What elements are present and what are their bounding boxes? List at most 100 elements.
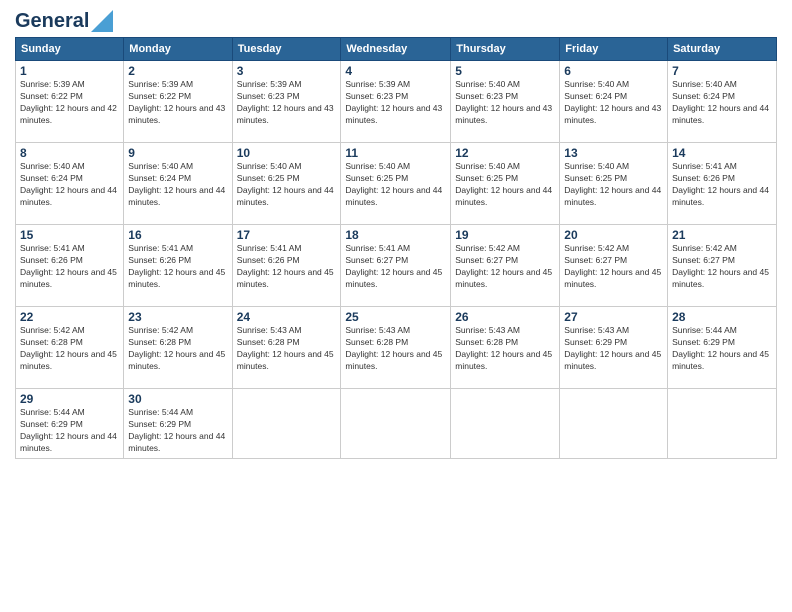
day-number: 3 [237,64,337,78]
day-number: 4 [345,64,446,78]
day-detail: Sunrise: 5:41 AMSunset: 6:26 PMDaylight:… [128,243,225,289]
day-detail: Sunrise: 5:43 AMSunset: 6:29 PMDaylight:… [564,325,661,371]
day-detail: Sunrise: 5:41 AMSunset: 6:26 PMDaylight:… [237,243,334,289]
day-number: 24 [237,310,337,324]
day-detail: Sunrise: 5:42 AMSunset: 6:27 PMDaylight:… [564,243,661,289]
day-number: 2 [128,64,227,78]
calendar-cell: 23 Sunrise: 5:42 AMSunset: 6:28 PMDaylig… [124,307,232,389]
calendar-cell: 19 Sunrise: 5:42 AMSunset: 6:27 PMDaylig… [451,225,560,307]
logo-arrow-icon [91,10,113,32]
day-number: 21 [672,228,772,242]
day-number: 17 [237,228,337,242]
day-number: 5 [455,64,555,78]
day-number: 8 [20,146,119,160]
calendar-cell: 24 Sunrise: 5:43 AMSunset: 6:28 PMDaylig… [232,307,341,389]
day-detail: Sunrise: 5:44 AMSunset: 6:29 PMDaylight:… [672,325,769,371]
calendar-day-header: Thursday [451,38,560,61]
day-number: 13 [564,146,663,160]
day-number: 1 [20,64,119,78]
header: General [15,10,777,29]
calendar-cell: 18 Sunrise: 5:41 AMSunset: 6:27 PMDaylig… [341,225,451,307]
day-detail: Sunrise: 5:41 AMSunset: 6:26 PMDaylight:… [20,243,117,289]
calendar-cell: 14 Sunrise: 5:41 AMSunset: 6:26 PMDaylig… [668,143,777,225]
day-detail: Sunrise: 5:40 AMSunset: 6:25 PMDaylight:… [237,161,334,207]
calendar-week-row: 29 Sunrise: 5:44 AMSunset: 6:29 PMDaylig… [16,389,777,459]
day-number: 16 [128,228,227,242]
calendar-day-header: Wednesday [341,38,451,61]
calendar-cell: 16 Sunrise: 5:41 AMSunset: 6:26 PMDaylig… [124,225,232,307]
calendar-cell: 10 Sunrise: 5:40 AMSunset: 6:25 PMDaylig… [232,143,341,225]
calendar-body: 1 Sunrise: 5:39 AMSunset: 6:22 PMDayligh… [16,61,777,459]
calendar-cell: 7 Sunrise: 5:40 AMSunset: 6:24 PMDayligh… [668,61,777,143]
day-detail: Sunrise: 5:40 AMSunset: 6:24 PMDaylight:… [564,79,661,125]
calendar-cell [560,389,668,459]
calendar-cell: 29 Sunrise: 5:44 AMSunset: 6:29 PMDaylig… [16,389,124,459]
calendar-cell: 15 Sunrise: 5:41 AMSunset: 6:26 PMDaylig… [16,225,124,307]
day-detail: Sunrise: 5:40 AMSunset: 6:25 PMDaylight:… [345,161,442,207]
day-detail: Sunrise: 5:41 AMSunset: 6:27 PMDaylight:… [345,243,442,289]
calendar-week-row: 1 Sunrise: 5:39 AMSunset: 6:22 PMDayligh… [16,61,777,143]
day-detail: Sunrise: 5:42 AMSunset: 6:28 PMDaylight:… [20,325,117,371]
calendar-cell: 1 Sunrise: 5:39 AMSunset: 6:22 PMDayligh… [16,61,124,143]
day-detail: Sunrise: 5:39 AMSunset: 6:23 PMDaylight:… [237,79,334,125]
calendar-cell: 8 Sunrise: 5:40 AMSunset: 6:24 PMDayligh… [16,143,124,225]
calendar-cell [341,389,451,459]
calendar-week-row: 8 Sunrise: 5:40 AMSunset: 6:24 PMDayligh… [16,143,777,225]
calendar-day-header: Monday [124,38,232,61]
day-detail: Sunrise: 5:42 AMSunset: 6:28 PMDaylight:… [128,325,225,371]
day-number: 12 [455,146,555,160]
day-detail: Sunrise: 5:43 AMSunset: 6:28 PMDaylight:… [237,325,334,371]
day-detail: Sunrise: 5:43 AMSunset: 6:28 PMDaylight:… [455,325,552,371]
day-number: 10 [237,146,337,160]
calendar-cell: 21 Sunrise: 5:42 AMSunset: 6:27 PMDaylig… [668,225,777,307]
day-detail: Sunrise: 5:41 AMSunset: 6:26 PMDaylight:… [672,161,769,207]
calendar-cell: 3 Sunrise: 5:39 AMSunset: 6:23 PMDayligh… [232,61,341,143]
day-number: 23 [128,310,227,324]
calendar-header-row: SundayMondayTuesdayWednesdayThursdayFrid… [16,38,777,61]
calendar-cell: 22 Sunrise: 5:42 AMSunset: 6:28 PMDaylig… [16,307,124,389]
calendar-cell: 4 Sunrise: 5:39 AMSunset: 6:23 PMDayligh… [341,61,451,143]
day-number: 27 [564,310,663,324]
calendar-cell: 17 Sunrise: 5:41 AMSunset: 6:26 PMDaylig… [232,225,341,307]
calendar-cell: 6 Sunrise: 5:40 AMSunset: 6:24 PMDayligh… [560,61,668,143]
day-number: 25 [345,310,446,324]
day-number: 6 [564,64,663,78]
page: General SundayMondayTuesdayWednesdayThur… [0,0,792,612]
day-number: 11 [345,146,446,160]
calendar-cell: 12 Sunrise: 5:40 AMSunset: 6:25 PMDaylig… [451,143,560,225]
day-detail: Sunrise: 5:43 AMSunset: 6:28 PMDaylight:… [345,325,442,371]
day-number: 26 [455,310,555,324]
day-number: 20 [564,228,663,242]
calendar-table: SundayMondayTuesdayWednesdayThursdayFrid… [15,37,777,459]
calendar-cell: 20 Sunrise: 5:42 AMSunset: 6:27 PMDaylig… [560,225,668,307]
calendar-day-header: Sunday [16,38,124,61]
day-number: 7 [672,64,772,78]
day-number: 15 [20,228,119,242]
day-detail: Sunrise: 5:42 AMSunset: 6:27 PMDaylight:… [455,243,552,289]
logo: General [15,10,113,29]
calendar-cell: 30 Sunrise: 5:44 AMSunset: 6:29 PMDaylig… [124,389,232,459]
calendar-cell: 25 Sunrise: 5:43 AMSunset: 6:28 PMDaylig… [341,307,451,389]
day-detail: Sunrise: 5:44 AMSunset: 6:29 PMDaylight:… [20,407,117,453]
day-detail: Sunrise: 5:42 AMSunset: 6:27 PMDaylight:… [672,243,769,289]
calendar-cell: 2 Sunrise: 5:39 AMSunset: 6:22 PMDayligh… [124,61,232,143]
day-detail: Sunrise: 5:40 AMSunset: 6:24 PMDaylight:… [128,161,225,207]
day-detail: Sunrise: 5:39 AMSunset: 6:23 PMDaylight:… [345,79,442,125]
calendar-cell: 28 Sunrise: 5:44 AMSunset: 6:29 PMDaylig… [668,307,777,389]
calendar-cell: 11 Sunrise: 5:40 AMSunset: 6:25 PMDaylig… [341,143,451,225]
calendar-day-header: Friday [560,38,668,61]
calendar-week-row: 15 Sunrise: 5:41 AMSunset: 6:26 PMDaylig… [16,225,777,307]
calendar-cell [668,389,777,459]
calendar-cell [451,389,560,459]
day-number: 30 [128,392,227,406]
calendar-cell: 9 Sunrise: 5:40 AMSunset: 6:24 PMDayligh… [124,143,232,225]
calendar-cell: 27 Sunrise: 5:43 AMSunset: 6:29 PMDaylig… [560,307,668,389]
day-detail: Sunrise: 5:44 AMSunset: 6:29 PMDaylight:… [128,407,225,453]
calendar-week-row: 22 Sunrise: 5:42 AMSunset: 6:28 PMDaylig… [16,307,777,389]
day-number: 14 [672,146,772,160]
day-number: 22 [20,310,119,324]
calendar-cell [232,389,341,459]
day-detail: Sunrise: 5:40 AMSunset: 6:23 PMDaylight:… [455,79,552,125]
day-detail: Sunrise: 5:40 AMSunset: 6:25 PMDaylight:… [455,161,552,207]
day-detail: Sunrise: 5:40 AMSunset: 6:24 PMDaylight:… [20,161,117,207]
